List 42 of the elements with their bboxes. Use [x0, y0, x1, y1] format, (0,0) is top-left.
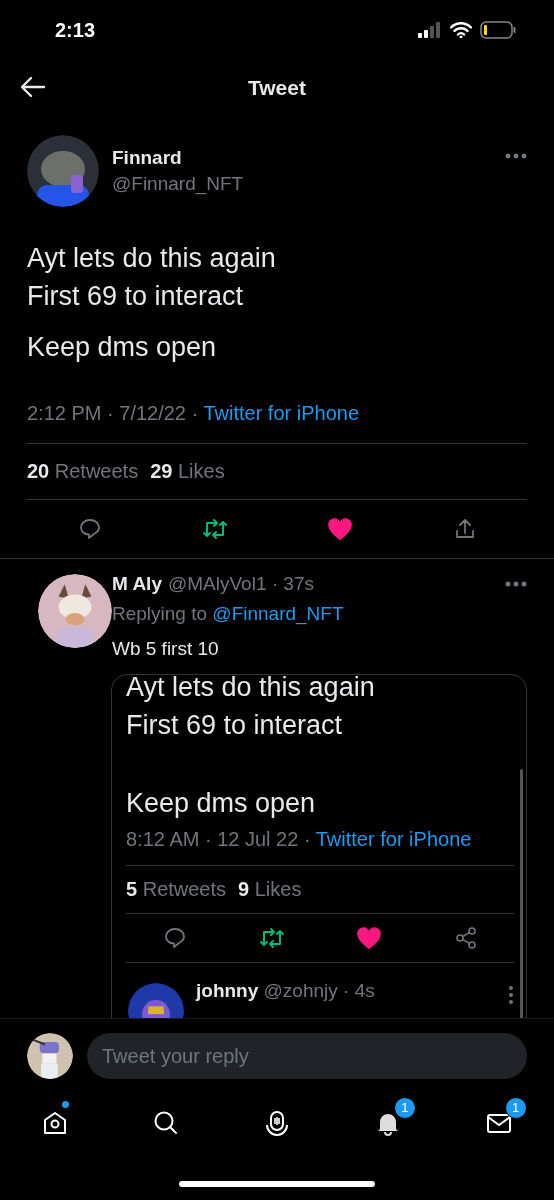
more-icon[interactable] — [505, 153, 527, 159]
author-handle: @zohnjy · 4s — [263, 980, 375, 1001]
status-time: 2:13 — [55, 18, 96, 42]
engagement-count[interactable]: 9 Likes — [238, 878, 302, 901]
replying-to-text: Replying to @Finnard_NFT — [112, 602, 345, 626]
reply-icon[interactable] — [162, 926, 187, 950]
source-link[interactable]: Twitter for iPhone — [203, 402, 360, 424]
tweet-text: Ayt lets do this again First 69 to interact — [27, 242, 277, 313]
page-title: Tweet — [248, 76, 306, 100]
reply-text: Wb 5 first 10 — [112, 637, 220, 661]
tweet-text: Ayt lets do this again First 69 to interact — [126, 675, 376, 742]
author-name[interactable]: M Aly — [112, 572, 162, 596]
microphone-icon — [263, 1109, 291, 1137]
tweet-timestamp: 8:12 AM · 12 Jul 22 · Twitter for iPhone — [126, 825, 514, 866]
scrollbar[interactable] — [520, 769, 523, 1018]
author-name[interactable]: Finnard — [112, 146, 505, 170]
tweet-text: Keep dms open — [27, 331, 218, 364]
count-badge: 1 — [504, 1097, 527, 1119]
author-handle: @MAlyVol1 · 37s — [167, 572, 314, 596]
signal-icon — [418, 22, 442, 38]
more-icon[interactable] — [505, 581, 527, 587]
reply-icon[interactable] — [77, 517, 102, 541]
retweet-icon[interactable] — [258, 926, 285, 950]
wifi-icon — [450, 22, 472, 38]
engagement-count[interactable]: 20 Retweets — [27, 460, 139, 483]
heart-icon[interactable] — [355, 926, 382, 950]
mention-link[interactable]: @Finnard_NFT — [212, 603, 344, 624]
count-badge: 1 — [393, 1097, 416, 1119]
tweet-text: Keep dms open — [126, 787, 317, 820]
retweet-icon[interactable] — [201, 517, 228, 541]
author-handle[interactable]: @Finnard_NFT — [112, 172, 505, 196]
engagement-count[interactable]: 5 Retweets — [126, 878, 227, 901]
back-arrow-icon[interactable] — [20, 76, 46, 98]
engagement-count[interactable]: 29 Likes — [150, 460, 225, 483]
more-icon[interactable] — [508, 985, 514, 1005]
source-link[interactable]: Twitter for iPhone — [315, 828, 472, 850]
author-name[interactable]: johnny — [196, 980, 259, 1001]
heart-icon[interactable] — [326, 517, 353, 541]
tweet-timestamp: 2:12 PM · 7/12/22 · Twitter for iPhone — [27, 399, 527, 444]
reply-input[interactable]: Tweet your reply — [87, 1033, 527, 1079]
share-icon[interactable] — [453, 926, 478, 950]
battery-icon — [480, 21, 516, 39]
